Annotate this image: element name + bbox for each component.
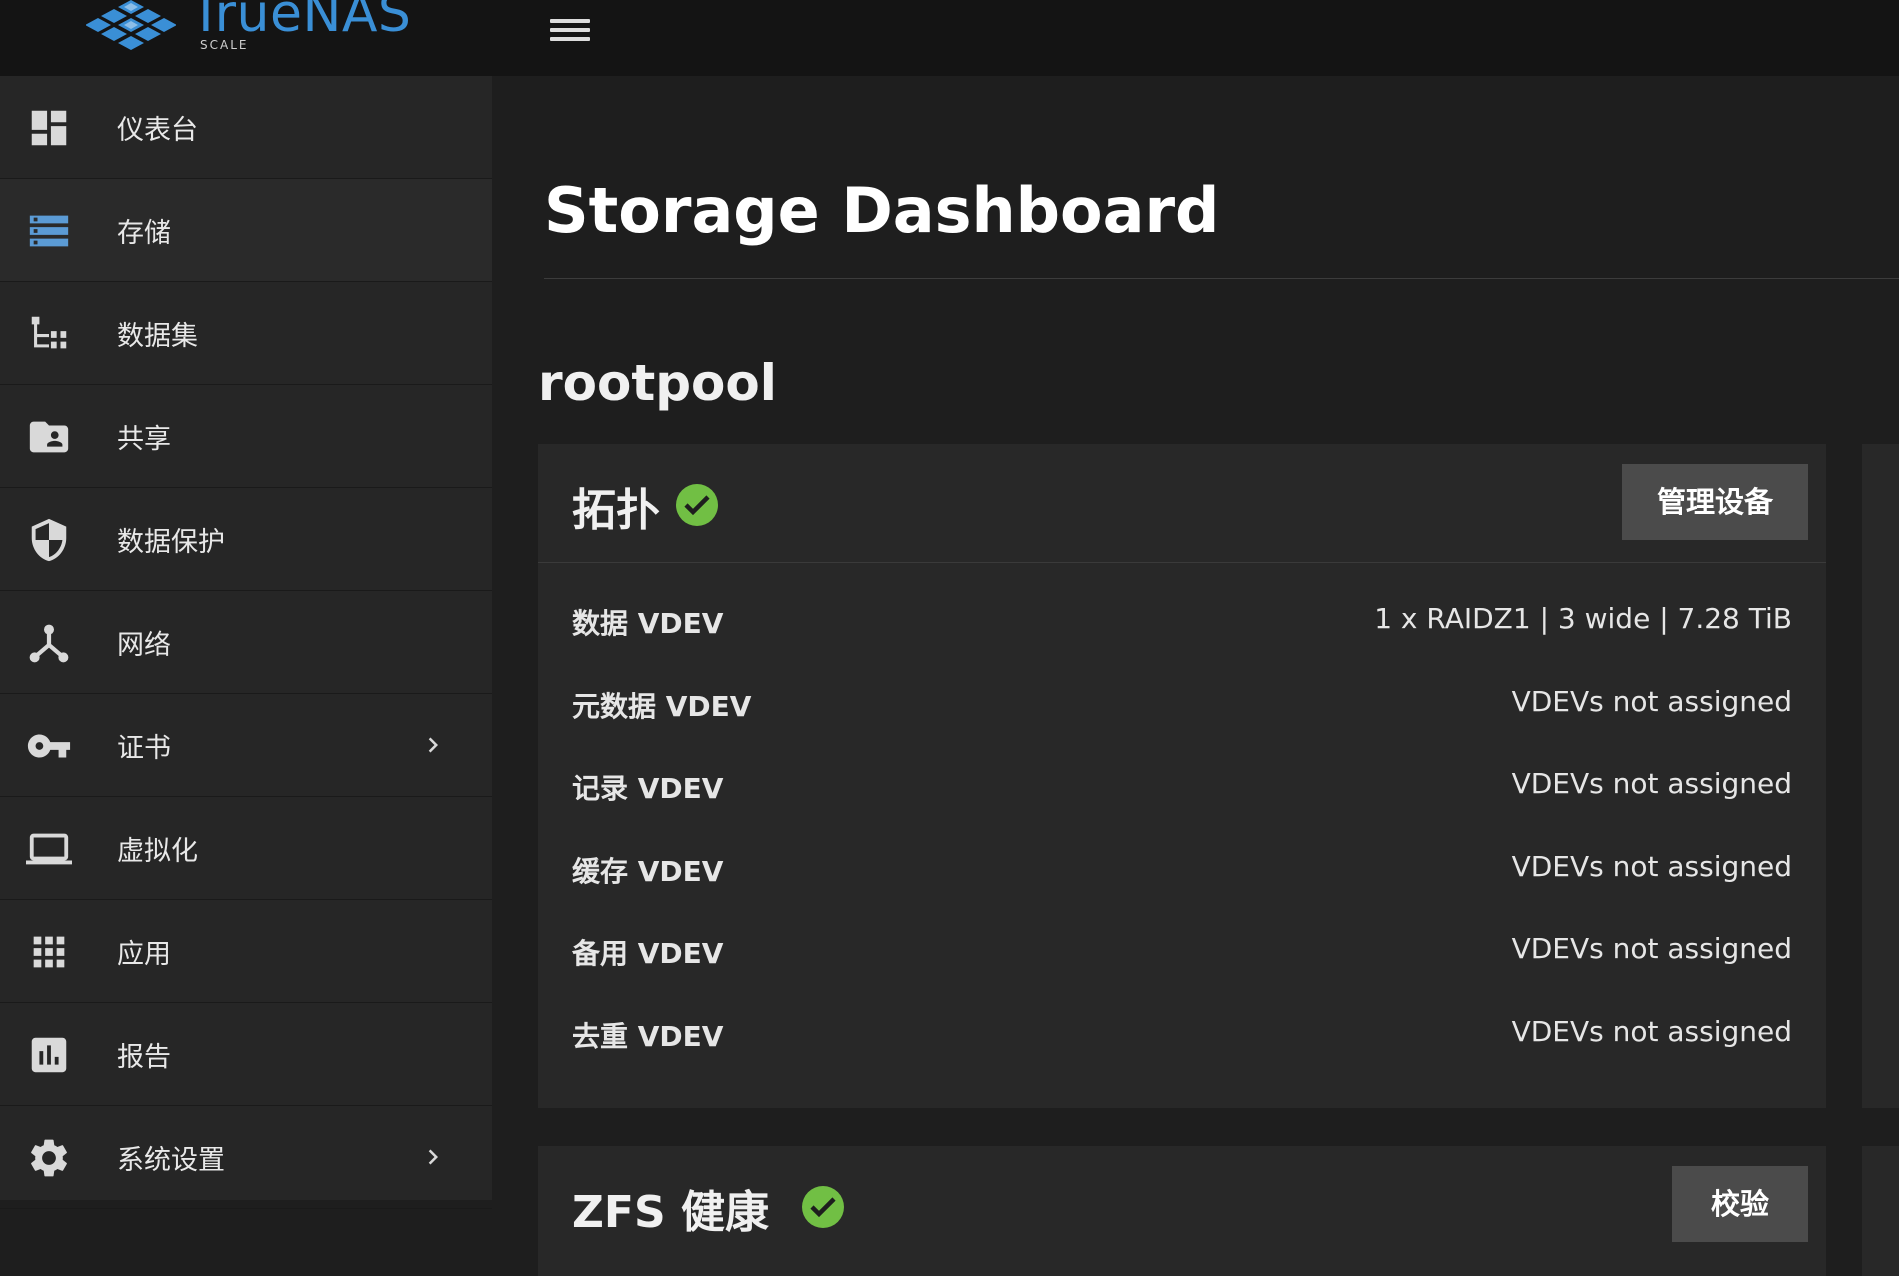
sidebar-item-label: 仪表台 bbox=[117, 115, 198, 146]
vdev-row-log: 记录 VDEV VDEVs not assigned bbox=[538, 757, 1826, 817]
datasets-icon bbox=[31, 316, 67, 349]
topology-status-check-icon bbox=[676, 484, 718, 526]
side-card bbox=[1862, 1146, 1899, 1276]
vdev-row-data: 数据 VDEV 1 x RAIDZ1 | 3 wide | 7.28 TiB bbox=[538, 592, 1826, 652]
page-title: Storage Dashboard bbox=[544, 174, 1220, 247]
sidebar-item-network[interactable]: 网络 bbox=[0, 591, 492, 694]
manage-devices-button[interactable]: 管理设备 bbox=[1622, 464, 1808, 540]
sidebar-item-system-settings[interactable]: 系统设置 bbox=[0, 1106, 492, 1209]
sidebar: 仪表台 存储 数据集 共享 数据保护 网络 证书 虚拟化 应用 报告 系统设置 bbox=[0, 76, 492, 1209]
key-icon bbox=[27, 734, 71, 758]
vdev-value: VDEVs not assigned bbox=[1511, 850, 1792, 883]
sidebar-item-dashboard[interactable]: 仪表台 bbox=[0, 76, 492, 179]
network-icon bbox=[29, 624, 69, 663]
logo-subtitle: SCALE bbox=[200, 38, 249, 52]
vdev-row-spare: 备用 VDEV VDEVs not assigned bbox=[538, 922, 1826, 982]
sidebar-item-label: 网络 bbox=[117, 630, 171, 661]
top-toolbar: TrueNAS SCALE bbox=[0, 0, 1899, 76]
side-card bbox=[1862, 444, 1899, 1108]
apps-grid-icon bbox=[33, 936, 65, 968]
zfs-health-title: ZFS 健康 bbox=[572, 1187, 769, 1238]
vdev-label: 备用 VDEV bbox=[572, 937, 724, 970]
chevron-right-icon[interactable] bbox=[418, 727, 448, 763]
topology-card: 拓扑 管理设备 数据 VDEV 1 x RAIDZ1 | 3 wide | 7.… bbox=[538, 444, 1826, 1108]
sidebar-item-label: 存储 bbox=[117, 218, 171, 249]
scrub-button[interactable]: 校验 bbox=[1672, 1166, 1808, 1242]
sidebar-item-label: 报告 bbox=[117, 1042, 171, 1073]
laptop-icon bbox=[26, 833, 72, 865]
pool-name: rootpool bbox=[538, 354, 777, 412]
vdev-value: VDEVs not assigned bbox=[1511, 1015, 1792, 1048]
vdev-value: 1 x RAIDZ1 | 3 wide | 7.28 TiB bbox=[1374, 602, 1792, 635]
storage-icon bbox=[29, 215, 69, 247]
vdev-value: VDEVs not assigned bbox=[1511, 767, 1792, 800]
vdev-label: 元数据 VDEV bbox=[572, 690, 752, 723]
gear-icon bbox=[31, 1139, 67, 1177]
sidebar-item-shares[interactable]: 共享 bbox=[0, 385, 492, 488]
vdev-row-cache: 缓存 VDEV VDEVs not assigned bbox=[538, 840, 1826, 900]
zfs-health-status-check-icon bbox=[802, 1186, 844, 1228]
title-divider bbox=[544, 278, 1899, 279]
sidebar-item-reporting[interactable]: 报告 bbox=[0, 1003, 492, 1106]
menu-toggle-icon[interactable] bbox=[548, 14, 592, 48]
sidebar-item-datasets[interactable]: 数据集 bbox=[0, 282, 492, 385]
sidebar-item-virtualization[interactable]: 虚拟化 bbox=[0, 797, 492, 900]
sidebar-item-label: 证书 bbox=[117, 733, 171, 764]
sidebar-item-storage[interactable]: 存储 bbox=[0, 179, 492, 282]
vdev-label: 去重 VDEV bbox=[572, 1020, 724, 1053]
vdev-label: 数据 VDEV bbox=[572, 607, 724, 640]
topology-divider bbox=[538, 562, 1826, 563]
vdev-value: VDEVs not assigned bbox=[1511, 932, 1792, 965]
shield-icon bbox=[31, 518, 67, 562]
sidebar-item-label: 虚拟化 bbox=[117, 836, 198, 867]
shares-folder-icon bbox=[29, 421, 69, 453]
vdev-row-dedup: 去重 VDEV VDEVs not assigned bbox=[538, 1005, 1826, 1065]
vdev-label: 记录 VDEV bbox=[572, 772, 724, 805]
zfs-health-card: ZFS 健康 校验 bbox=[538, 1146, 1826, 1276]
topology-title: 拓扑 bbox=[572, 485, 660, 536]
vdev-value: VDEVs not assigned bbox=[1511, 685, 1792, 718]
sidebar-item-label: 应用 bbox=[117, 939, 171, 970]
sidebar-item-apps[interactable]: 应用 bbox=[0, 900, 492, 1003]
main-content: Storage Dashboard rootpool 拓扑 管理设备 数据 VD… bbox=[492, 76, 1899, 1276]
vdev-row-metadata: 元数据 VDEV VDEVs not assigned bbox=[538, 675, 1826, 735]
sidebar-item-label: 数据保护 bbox=[117, 527, 225, 558]
sidebar-item-data-protection[interactable]: 数据保护 bbox=[0, 488, 492, 591]
vdev-label: 缓存 VDEV bbox=[572, 855, 724, 888]
chevron-right-icon[interactable] bbox=[418, 1139, 448, 1175]
bar-chart-icon bbox=[31, 1037, 67, 1073]
sidebar-item-label: 共享 bbox=[117, 424, 171, 455]
dashboard-icon bbox=[31, 110, 67, 146]
sidebar-item-label: 数据集 bbox=[117, 321, 198, 352]
sidebar-item-certificates[interactable]: 证书 bbox=[0, 694, 492, 797]
truenas-logo-icon bbox=[86, 0, 176, 50]
sidebar-item-label: 系统设置 bbox=[117, 1145, 225, 1176]
